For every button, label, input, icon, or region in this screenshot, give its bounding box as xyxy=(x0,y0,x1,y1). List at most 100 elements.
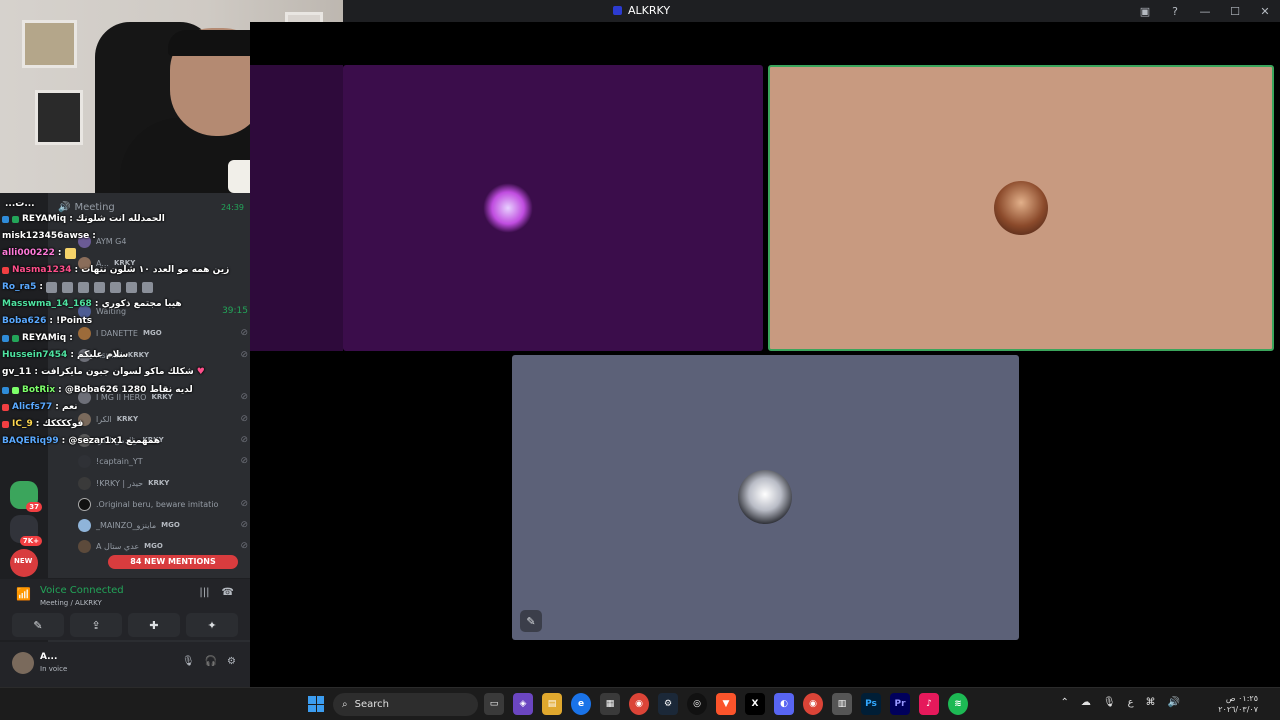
edge-icon[interactable]: e xyxy=(571,693,591,715)
stream-chat-overlay: ...ت... REYAMiq: الحمدلله انت شلونك misk… xyxy=(0,196,250,466)
maximize-icon[interactable]: ☐ xyxy=(1220,5,1250,18)
cloud-icon[interactable]: ☁ xyxy=(1081,697,1091,708)
muted-icon: ✎ xyxy=(520,610,542,632)
voice-member[interactable]: _MAINZO_ماينزو MGO ⊘ xyxy=(78,516,248,534)
muted-icon: ⊘ xyxy=(240,520,248,530)
discord-icon[interactable]: ◐ xyxy=(774,693,794,715)
chat-line: BotRix: @Boba626 1280 لديه نقاط xyxy=(2,382,193,398)
new-server-icon[interactable]: NEW xyxy=(10,549,38,577)
new-mentions-button[interactable]: 84 NEW MENTIONS xyxy=(108,555,238,569)
avatar xyxy=(78,497,91,511)
task-view-icon[interactable]: ▭ xyxy=(484,693,504,715)
premiere-icon[interactable]: Pr xyxy=(890,693,910,715)
brave-icon[interactable]: ▼ xyxy=(716,693,736,715)
title-bar: ALKRKY ▣ ? — ☐ ✕ xyxy=(343,0,1280,22)
close-icon[interactable]: ✕ xyxy=(1250,5,1280,18)
avatar xyxy=(483,183,533,233)
obs-icon[interactable]: ◎ xyxy=(687,693,707,715)
badge-icon xyxy=(12,215,19,223)
emote-icon xyxy=(62,281,73,293)
copilot-icon[interactable]: ◈ xyxy=(513,693,533,715)
headphones-icon[interactable]: 🎧 xyxy=(205,656,217,667)
minimize-icon[interactable]: — xyxy=(1190,5,1220,18)
avatar xyxy=(78,539,91,553)
noise-suppression-icon[interactable]: ||| xyxy=(199,587,209,598)
avatar xyxy=(994,181,1048,235)
steam-icon[interactable]: ⚙ xyxy=(658,693,678,715)
share-screen-button[interactable]: ⇪ xyxy=(70,613,122,637)
emote-icon xyxy=(78,281,89,293)
system-tray: ⌃ ☁ 🎙 ع ⌘ 🔊 xyxy=(1060,697,1180,708)
gear-icon[interactable]: ⚙ xyxy=(227,656,236,667)
avatar xyxy=(78,518,91,532)
spotify-icon[interactable]: ≋ xyxy=(948,693,968,715)
camera-off-button[interactable]: ✎ xyxy=(12,613,64,637)
taskbar-search[interactable]: ⌕ Search xyxy=(333,693,478,716)
inbox-icon[interactable]: ▣ xyxy=(1130,5,1160,18)
avatar xyxy=(738,470,792,524)
participant-tile-speaking[interactable] xyxy=(768,65,1274,351)
search-icon: ⌕ xyxy=(342,699,348,710)
network-icon[interactable]: ⌘ xyxy=(1146,697,1156,708)
disconnect-icon[interactable]: ☎ xyxy=(222,587,234,598)
chrome-alt-icon[interactable]: ◉ xyxy=(803,693,823,715)
help-icon[interactable]: ? xyxy=(1160,5,1190,18)
system-clock[interactable]: ٠١:٢٥ ص ٢٠٢٦/٠٣/٠٧ xyxy=(1218,693,1258,715)
server-icon[interactable]: 37 xyxy=(10,481,42,512)
chat-line: gv_11: شكلك ماكو لسوان جبون مايكرافت ♥ xyxy=(2,367,205,377)
signal-icon[interactable]: 📶 xyxy=(16,587,31,601)
user-panel: A... In voice 🎙 🎧 ⚙ xyxy=(0,642,250,687)
file-explorer-icon[interactable]: ▤ xyxy=(542,693,562,715)
emote-icon xyxy=(126,281,137,293)
badge-icon xyxy=(2,420,9,428)
badge-icon xyxy=(2,334,9,342)
notepad-icon[interactable]: ▥ xyxy=(832,693,852,715)
soundboard-button[interactable]: ✦ xyxy=(186,613,238,637)
voice-member[interactable]: A عدي ستال MGO ⊘ xyxy=(78,537,248,555)
chat-line: alli000222: xyxy=(2,245,78,261)
emote-icon xyxy=(64,247,76,259)
chat-line: IC_9: فوككككك xyxy=(2,416,83,432)
activities-button[interactable]: ✚ xyxy=(128,613,180,637)
badge-icon xyxy=(2,266,9,274)
heart-icon: ♥ xyxy=(196,367,205,377)
badge-icon xyxy=(12,334,19,342)
tiktok-icon[interactable]: ♪ xyxy=(919,693,939,715)
language-indicator[interactable]: ع xyxy=(1128,697,1134,708)
app-logo-icon xyxy=(613,6,622,15)
chat-line: BAQERiq99: @sezar1x1 همهمنع xyxy=(2,436,161,446)
chat-line: Nasma1234: زين همه مو العدد ١٠ شلون نتها… xyxy=(2,262,229,278)
participant-tile[interactable] xyxy=(250,65,763,351)
chat-line: Hussein7454: سلام عليكم xyxy=(2,350,129,360)
participant-tile[interactable]: ✎ xyxy=(512,355,1019,640)
badge-icon xyxy=(2,403,9,411)
chrome-icon[interactable]: ◉ xyxy=(629,693,649,715)
chat-line: Masswma_14_168: هيبا مجتمع ذكوري xyxy=(2,299,182,309)
badge-icon xyxy=(2,215,9,223)
volume-icon[interactable]: 🔊 xyxy=(1168,697,1180,708)
voice-connected-panel: 📶 Voice Connected Meeting / ALKRKY ||| ☎… xyxy=(0,578,250,640)
x-icon[interactable]: X xyxy=(745,693,765,715)
voice-stage: ✎ xyxy=(250,22,1280,687)
microphone-icon[interactable]: 🎙 xyxy=(1103,697,1116,708)
chat-line: Boba626: !Points xyxy=(2,316,93,326)
avatar xyxy=(78,476,91,490)
emote-icon xyxy=(46,281,57,293)
microphone-icon[interactable]: 🎙 xyxy=(182,656,195,667)
windows-start-icon[interactable] xyxy=(308,696,324,712)
voice-member[interactable]: .Original beru, beware imitatio ⊘ xyxy=(78,495,248,513)
photoshop-icon[interactable]: Ps xyxy=(861,693,881,715)
voice-member[interactable]: !KRKY | حيدر KRKY xyxy=(78,474,248,492)
emote-icon xyxy=(142,281,153,293)
server-icon[interactable]: 7K+ xyxy=(10,515,42,546)
chat-line: REYAMiq: الحمدلله انت شلونك xyxy=(2,211,165,227)
store-icon[interactable]: ▦ xyxy=(600,693,620,715)
window-title: ALKRKY xyxy=(613,4,670,17)
avatar[interactable] xyxy=(12,652,34,674)
badge-icon xyxy=(12,386,19,394)
emote-icon xyxy=(110,281,121,293)
chevron-up-icon[interactable]: ⌃ xyxy=(1060,697,1068,708)
chat-line: Ro_ra5: xyxy=(2,279,155,295)
chat-line: ...ت... xyxy=(5,199,35,209)
windows-taskbar: ⌕ Search ▭ ◈ ▤ e ▦ ◉ ⚙ ◎ ▼ X ◐ ◉ ▥ Ps Pr… xyxy=(0,687,1280,720)
